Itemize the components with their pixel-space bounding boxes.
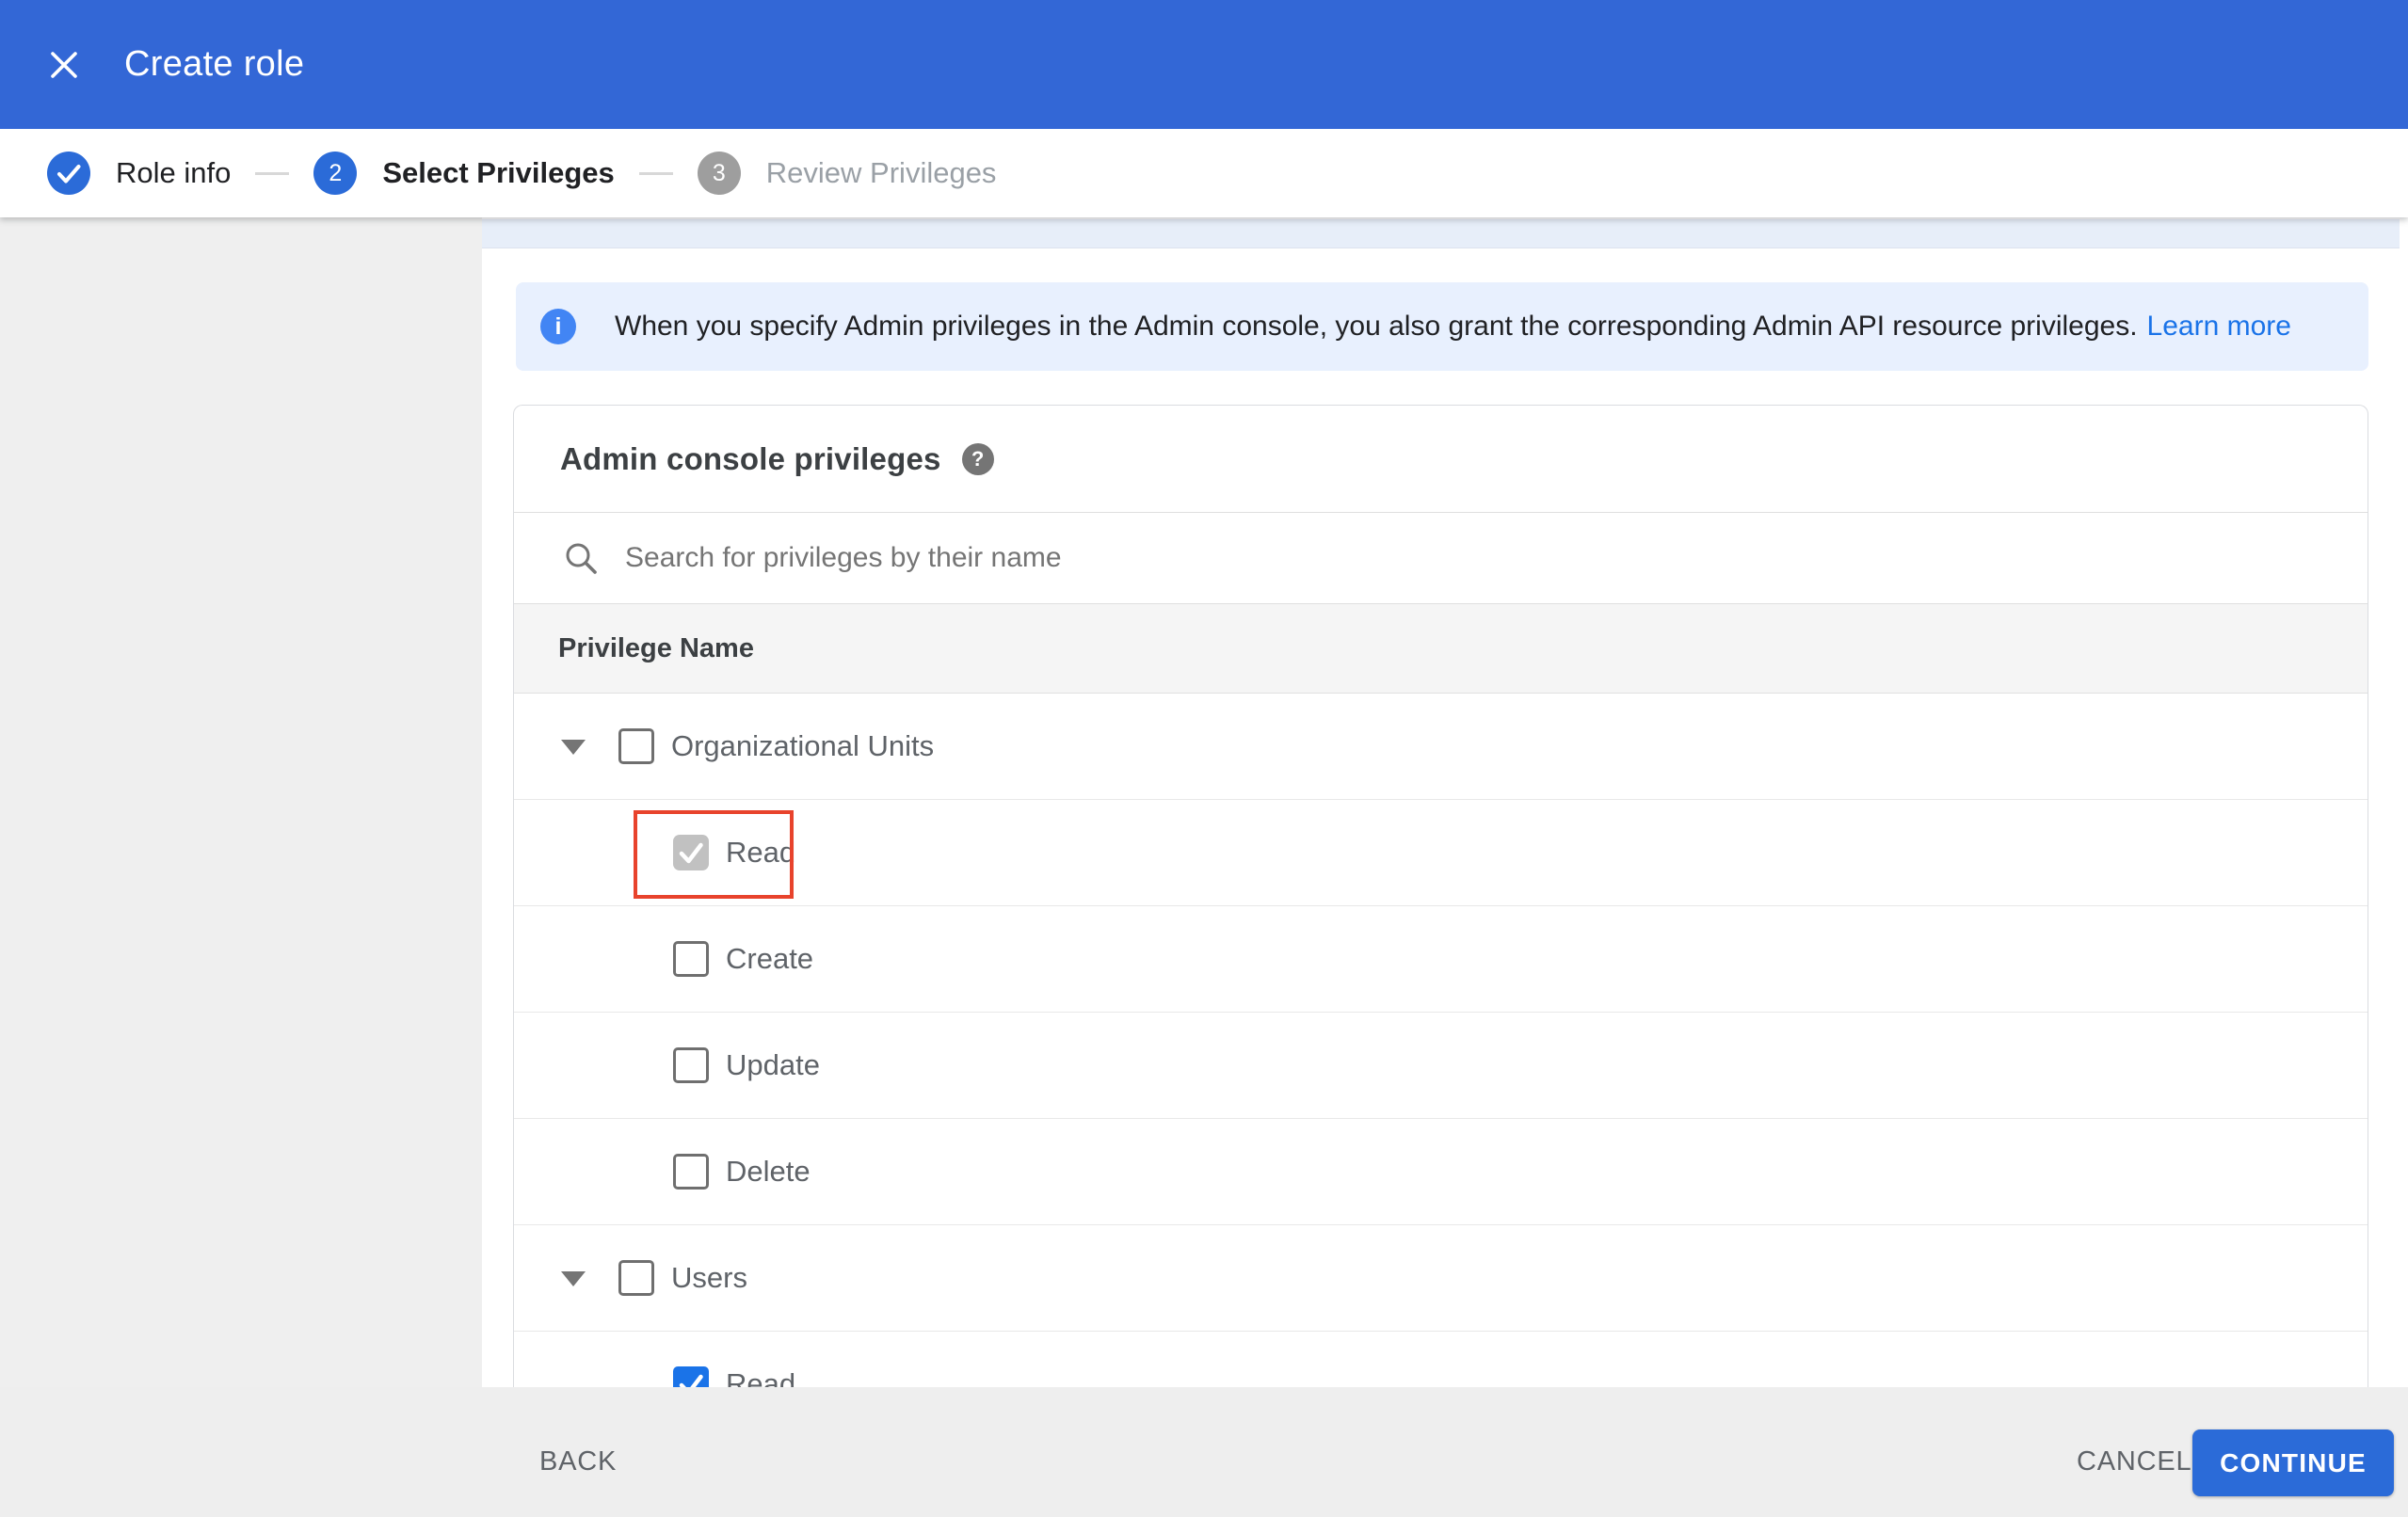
- checkbox-create[interactable]: [673, 941, 709, 977]
- checkbox-users[interactable]: [618, 1260, 654, 1296]
- table-column-header: Privilege Name: [514, 603, 2368, 694]
- privilege-row-update: Update: [514, 1013, 2368, 1119]
- info-banner-text: When you specify Admin privileges in the…: [615, 311, 2138, 342]
- privileges-search-row: [514, 513, 2368, 603]
- back-button[interactable]: BACK: [539, 1446, 617, 1477]
- privilege-label: Users: [671, 1261, 747, 1294]
- checkmark-icon: [679, 1374, 703, 1387]
- step-number-badge: 3: [697, 152, 741, 195]
- checkbox-users-read-checked[interactable]: [673, 1366, 709, 1387]
- checkmark-icon: [679, 842, 703, 864]
- search-icon: [566, 543, 597, 574]
- privilege-row-delete: Delete: [514, 1119, 2368, 1225]
- privilege-label: Read: [726, 1367, 796, 1387]
- continue-button[interactable]: CONTINUE: [2192, 1429, 2394, 1496]
- checkbox-update[interactable]: [673, 1047, 709, 1083]
- step-label: Role info: [116, 156, 232, 189]
- info-icon: i: [540, 309, 576, 344]
- privilege-row-users: Users: [514, 1225, 2368, 1332]
- privilege-label: Create: [726, 942, 814, 975]
- close-button[interactable]: [41, 0, 87, 129]
- step-label: Review Privileges: [765, 156, 997, 189]
- privilege-label: Read: [726, 836, 796, 869]
- checkbox-read-checked[interactable]: [673, 835, 709, 870]
- privilege-label: Organizational Units: [671, 729, 935, 762]
- expander-triangle-down-icon[interactable]: [561, 740, 586, 755]
- privilege-row-users-read: Read: [514, 1332, 2368, 1387]
- step-separator: [255, 171, 290, 175]
- footer-bar: BACK CANCEL CONTINUE: [0, 1387, 2408, 1517]
- privilege-label: Delete: [726, 1155, 811, 1188]
- checkbox-organizational-units[interactable]: [618, 728, 654, 764]
- step-review-privileges[interactable]: 3 Review Privileges: [697, 152, 997, 195]
- help-icon[interactable]: ?: [961, 442, 994, 475]
- info-banner: i When you specify Admin privileges in t…: [516, 282, 2368, 371]
- card-title: Admin console privileges: [560, 440, 941, 476]
- privilege-row-organizational-units: Organizational Units: [514, 694, 2368, 800]
- content-area: i When you specify Admin privileges in t…: [0, 217, 2408, 1387]
- step-label: Select Privileges: [382, 156, 615, 189]
- close-icon: [51, 51, 77, 78]
- step-separator: [638, 171, 673, 175]
- step-select-privileges[interactable]: 2 Select Privileges: [313, 152, 615, 195]
- cancel-button[interactable]: CANCEL: [2077, 1446, 2191, 1477]
- scrolled-content-strip: [482, 219, 2400, 248]
- search-input[interactable]: [625, 542, 2037, 574]
- dialog-header: Create role: [0, 0, 2408, 129]
- checkbox-delete[interactable]: [673, 1154, 709, 1190]
- card-heading: Admin console privileges ?: [514, 406, 2368, 513]
- privilege-row-read: Read: [514, 800, 2368, 906]
- step-completed-check-icon: [47, 152, 90, 195]
- privilege-label: Update: [726, 1048, 820, 1081]
- privilege-row-create: Create: [514, 906, 2368, 1013]
- stepper: Role info 2 Select Privileges 3 Review P…: [0, 129, 2408, 217]
- expander-triangle-down-icon[interactable]: [561, 1271, 586, 1286]
- dialog-title: Create role: [124, 44, 305, 84]
- step-role-info[interactable]: Role info: [47, 152, 231, 195]
- step-number-badge: 2: [313, 152, 358, 195]
- admin-privileges-card: Admin console privileges ? Privilege Nam…: [513, 405, 2368, 1387]
- left-sidebar: [0, 217, 482, 1387]
- column-header-label: Privilege Name: [558, 632, 754, 663]
- learn-more-link[interactable]: Learn more: [2147, 311, 2291, 343]
